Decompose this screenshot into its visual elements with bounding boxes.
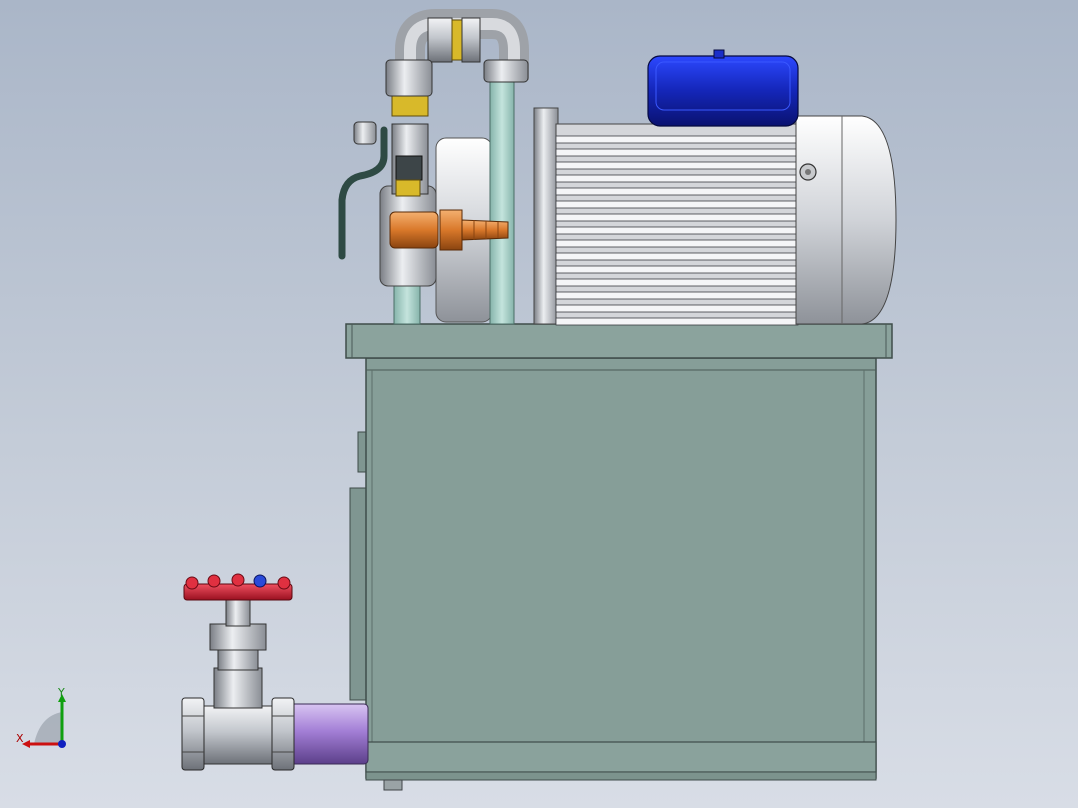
hose-barb-nut xyxy=(439,209,463,251)
motor-fin xyxy=(555,278,799,287)
ground-screw-center xyxy=(805,169,811,175)
tank-bottom-rim xyxy=(365,741,877,773)
elbow-fitting xyxy=(389,211,439,249)
tank-side-tab xyxy=(357,431,367,473)
valve-left-hex xyxy=(181,697,205,771)
cad-viewport[interactable]: X Y xyxy=(0,0,1078,808)
motor-fin xyxy=(555,226,799,235)
motor-fin xyxy=(555,213,799,222)
z-axis-dot xyxy=(58,740,66,748)
ball-valve-handle[interactable] xyxy=(338,126,388,260)
handwheel-knob-blue xyxy=(253,574,267,588)
valve-packing-nut xyxy=(209,623,267,651)
pipe-union-right xyxy=(483,59,529,83)
return-tube xyxy=(489,79,515,325)
pipe-union-left xyxy=(385,59,433,97)
tank-base xyxy=(365,771,877,781)
pipe-coupling xyxy=(427,17,453,63)
motor-fin xyxy=(555,239,799,248)
motor-flange xyxy=(533,107,559,325)
pipe-coupling-2 xyxy=(461,17,481,63)
valve-body xyxy=(199,705,279,765)
lever-nut xyxy=(353,121,377,145)
hydraulic-tank[interactable] xyxy=(345,323,893,791)
model-scene[interactable] xyxy=(0,0,1078,808)
motor-fin xyxy=(555,161,799,170)
motor-cooling-fins xyxy=(555,135,799,326)
coordinate-triad: X Y xyxy=(14,686,74,750)
handwheel-knob xyxy=(277,576,291,590)
brass-coupling-ring xyxy=(451,19,463,61)
triad-y-label: Y xyxy=(58,686,65,699)
tank-body xyxy=(365,357,877,779)
valve-gland xyxy=(217,647,259,671)
handwheel-knob xyxy=(185,576,199,590)
valve-bonnet xyxy=(213,667,263,709)
hose-barb xyxy=(461,219,509,241)
valve-window xyxy=(395,155,423,181)
valve-right-hex xyxy=(271,697,295,771)
motor-fin xyxy=(555,291,799,300)
motor-fin xyxy=(555,265,799,274)
globe-valve-assembly[interactable] xyxy=(181,573,369,771)
motor-fin xyxy=(555,174,799,183)
motor-end-cap xyxy=(795,115,897,325)
motor-fin xyxy=(555,187,799,196)
brass-ring xyxy=(395,179,421,197)
motor-fin xyxy=(555,304,799,313)
tank-side-bracket xyxy=(349,487,367,701)
motor-fin xyxy=(555,200,799,209)
triad-x-label: X xyxy=(16,732,24,745)
drain-plug xyxy=(383,779,403,791)
tank-cover-plate xyxy=(345,323,893,359)
brass-nut xyxy=(391,93,429,117)
motor-fin xyxy=(555,148,799,157)
terminal-box[interactable] xyxy=(647,55,799,127)
triad-plane xyxy=(34,712,62,744)
terminal-box-boss xyxy=(713,49,725,59)
motor-fin xyxy=(555,317,799,326)
handwheel-knob xyxy=(207,574,221,588)
handwheel-knob xyxy=(231,573,245,587)
valve-stem xyxy=(225,597,251,627)
motor-fin xyxy=(555,135,799,144)
motor-fin xyxy=(555,252,799,261)
purple-outlet-pipe xyxy=(287,703,369,765)
